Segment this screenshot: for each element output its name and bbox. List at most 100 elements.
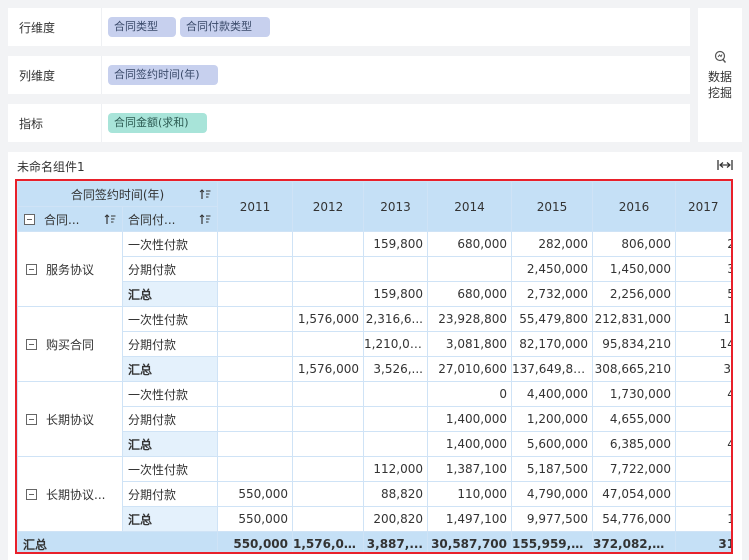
value-cell — [217, 381, 293, 407]
value-cell: 300,980 — [675, 356, 731, 382]
value-cell — [292, 506, 364, 532]
grand-total-cell: 550,000 — [217, 531, 293, 552]
value-cell: 23,928,800 — [427, 306, 512, 332]
value-cell — [292, 256, 364, 282]
value-cell: 9,977,500 — [511, 506, 593, 532]
value-cell: 4,400,000 — [511, 381, 593, 407]
value-cell: 212,831,000 — [592, 306, 676, 332]
year-header[interactable]: 2011 — [217, 181, 293, 232]
year-header[interactable]: 2017 — [675, 181, 731, 232]
value-cell: 1,200,000 — [511, 406, 593, 432]
grand-total-cell: 3,887,... — [363, 531, 428, 552]
row-label: 分期付款 — [122, 481, 218, 507]
value-cell: 1,497,100 — [427, 506, 512, 532]
table-row: 服务协议一次性付款159,800680,000282,000806,0002,2… — [17, 231, 731, 307]
value-cell: 4,790,000 — [511, 481, 593, 507]
pivot-table: 合同签约时间(年) 2011 2012 2013 2014 2015 2016 … — [15, 179, 733, 554]
row-label: 汇总 — [122, 281, 218, 307]
table-row: 分期付款 1,210,000 3,081,800 82,170,000 95,834,2… — [18, 331, 731, 357]
value-cell: 82,170,000 — [511, 331, 593, 357]
value-cell: 1,576,000 — [292, 356, 364, 382]
data-mining-icon — [714, 50, 727, 63]
row-label: 汇总 — [122, 356, 218, 382]
value-cell: 2,228,0 — [675, 231, 731, 257]
collapse-icon[interactable] — [26, 338, 37, 350]
value-cell: 4,290,0 — [675, 431, 731, 457]
fit-width-icon[interactable] — [717, 159, 733, 171]
group-cell[interactable]: 购买合同 — [17, 306, 123, 382]
column-dimension-bar: 列维度 合同签约时间(年) — [8, 56, 690, 94]
row-dimension-header-2[interactable]: 合同付... — [122, 206, 218, 232]
table-row: 购买合同 一次性付款 1,576,000 2,316,6... 23,928,800 55… — [17, 306, 731, 382]
value-cell — [217, 256, 293, 282]
value-cell: 4,290,0 — [675, 381, 731, 407]
year-header[interactable]: 2014 — [427, 181, 512, 232]
grand-total-cell: 30,587,700 — [427, 531, 512, 552]
data-mining-label: 数据挖掘 — [707, 69, 732, 100]
column-dimension-header-label: 合同签约时间(年) — [70, 187, 165, 202]
data-mining-button[interactable]: 数据挖掘 — [698, 8, 742, 142]
value-cell: 550,000 — [217, 481, 293, 507]
collapse-all-icon[interactable] — [24, 213, 35, 225]
value-cell: 1,210,000 — [363, 331, 428, 357]
year-header[interactable]: 2012 — [292, 181, 364, 232]
value-cell: 5,838,0 — [675, 281, 731, 307]
year-header[interactable]: 2013 — [363, 181, 428, 232]
row-label: 分期付款 — [122, 331, 218, 357]
row-label: 一次性付款 — [122, 381, 218, 407]
value-cell: 282,000 — [511, 231, 593, 257]
sort-icon[interactable] — [199, 189, 211, 200]
value-cell: 3,081,800 — [427, 331, 512, 357]
value-cell: 900,0 — [675, 456, 731, 482]
table-row: 汇总 1,400,0005,600,0006,385,0004,290,0 — [18, 431, 731, 457]
grand-total-row: 汇总 550,000 1,576,000 3,887,... 30,587,700 155… — [17, 531, 731, 552]
value-cell — [217, 356, 293, 382]
table-row: 分期付款 550,000 88,820 110,000 4,790,000 47,054,… — [18, 481, 731, 507]
measure-bar: 指标 合同金额(求和) — [8, 104, 690, 142]
collapse-icon[interactable] — [26, 488, 37, 500]
group-label: 购买合同 — [46, 337, 95, 352]
tag-contract-type[interactable]: 合同类型 — [108, 17, 176, 37]
year-header[interactable]: 2016 — [592, 181, 676, 232]
tag-contract-amount-sum[interactable]: 合同金额(求和) — [108, 113, 207, 133]
group-cell[interactable]: 服务协议 — [17, 231, 123, 307]
value-cell: 2,256,000 — [592, 281, 676, 307]
table-row: 分期付款 2,450,0001,450,0003,610,0 — [18, 256, 731, 282]
value-cell: 550,000 — [217, 506, 293, 532]
grand-total-cell: 312,488 — [675, 531, 731, 552]
value-cell: 308,665,210 — [592, 356, 676, 382]
table-row: 汇总 1,576,000 3,526,... 27,010,600 137,649,80… — [18, 356, 731, 382]
group-cell[interactable]: 长期协议... — [17, 456, 123, 532]
collapse-icon[interactable] — [26, 413, 37, 425]
value-cell: 159,800 — [363, 281, 428, 307]
value-cell — [292, 431, 364, 457]
value-cell — [292, 281, 364, 307]
row-label: 一次性付款 — [122, 456, 218, 482]
value-cell — [292, 406, 364, 432]
value-cell — [363, 256, 428, 282]
value-cell: 95,834,210 — [592, 331, 676, 357]
group-label: 服务协议 — [46, 262, 95, 277]
group-label: 长期协议 — [46, 412, 95, 427]
row-label: 汇总 — [122, 506, 218, 532]
value-cell: 155,009 — [675, 306, 731, 332]
value-cell — [292, 481, 364, 507]
value-cell — [363, 406, 428, 432]
year-header[interactable]: 2015 — [511, 181, 593, 232]
group-cell[interactable]: 长期协议 — [17, 381, 123, 457]
column-dimension-header[interactable]: 合同签约时间(年) — [17, 181, 218, 207]
value-cell: 3,610,0 — [675, 256, 731, 282]
row-dimension-header-1[interactable]: 合同... — [17, 206, 123, 232]
sort-icon[interactable] — [199, 214, 211, 225]
value-cell — [217, 331, 293, 357]
row-label: 分期付款 — [122, 256, 218, 282]
value-cell: 680,000 — [427, 231, 512, 257]
tag-contract-sign-year[interactable]: 合同签约时间(年) — [108, 65, 218, 85]
value-cell: 2,732,000 — [511, 281, 593, 307]
sort-icon[interactable] — [104, 214, 116, 225]
tag-contract-payment-type[interactable]: 合同付款类型 — [180, 17, 270, 37]
value-cell: 5,187,500 — [511, 456, 593, 482]
value-cell: 806,000 — [592, 231, 676, 257]
collapse-icon[interactable] — [26, 263, 37, 275]
table-row: 分期付款 1,400,000 1,200,000 4,655,000 — [18, 406, 731, 432]
